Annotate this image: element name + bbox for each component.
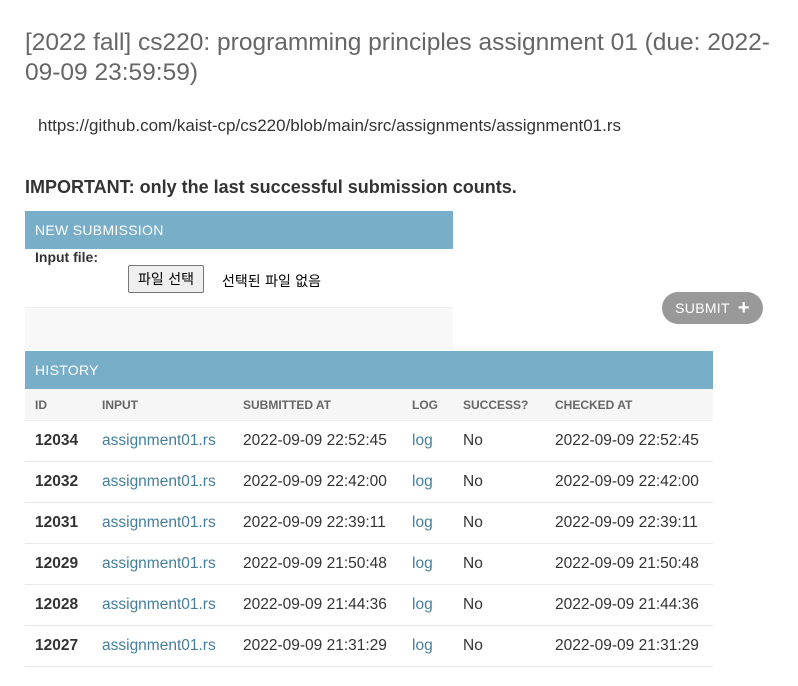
important-notice: IMPORTANT: only the last successful subm… [25, 177, 517, 197]
log-link[interactable]: log [412, 473, 433, 490]
assignment-url: https://github.com/kaist-cp/cs220/blob/m… [38, 116, 621, 135]
row-submitted-at: 2022-09-09 21:44:36 [233, 584, 402, 626]
row-success: No [453, 584, 545, 626]
new-submission-panel: NEW SUBMISSION Input file: 파일 선택 선택된 파일 … [25, 211, 453, 350]
row-input-cell: assignment01.rs [92, 625, 233, 667]
row-id: 12031 [25, 502, 92, 544]
row-checked-at: 2022-09-09 22:39:11 [545, 502, 713, 544]
input-file-link[interactable]: assignment01.rs [102, 473, 216, 490]
row-log-cell: log [402, 502, 453, 544]
row-log-cell: log [402, 420, 453, 462]
row-id: 12029 [25, 543, 92, 585]
row-log-cell: log [402, 543, 453, 585]
submit-button[interactable]: SUBMIT + [662, 292, 763, 324]
column-header-checked-at: CHECKED AT [545, 389, 713, 421]
row-success: No [453, 625, 545, 667]
row-log-cell: log [402, 461, 453, 503]
input-file-link[interactable]: assignment01.rs [102, 596, 216, 613]
row-submitted-at: 2022-09-09 22:39:11 [233, 502, 402, 544]
row-checked-at: 2022-09-09 21:50:48 [545, 543, 713, 585]
history-panel: HISTORY ID INPUT SUBMITTED AT LOG SUCCES… [25, 351, 713, 667]
log-link[interactable]: log [412, 432, 433, 449]
log-link[interactable]: log [412, 514, 433, 531]
row-id: 12032 [25, 461, 92, 503]
row-input-cell: assignment01.rs [92, 420, 233, 462]
row-log-cell: log [402, 584, 453, 626]
row-id: 12034 [25, 420, 92, 462]
row-id: 12028 [25, 584, 92, 626]
history-table: ID INPUT SUBMITTED AT LOG SUCCESS? CHECK… [25, 389, 713, 667]
row-input-cell: assignment01.rs [92, 502, 233, 544]
choose-file-button[interactable]: 파일 선택 [128, 265, 204, 293]
input-file-link[interactable]: assignment01.rs [102, 637, 216, 654]
column-header-input: INPUT [92, 389, 233, 421]
row-success: No [453, 502, 545, 544]
table-row: 12032 assignment01.rs 2022-09-09 22:42:0… [25, 461, 713, 503]
input-file-row: Input file: 파일 선택 선택된 파일 없음 [25, 249, 453, 308]
row-input-cell: assignment01.rs [92, 584, 233, 626]
row-success: No [453, 461, 545, 503]
column-header-log: LOG [402, 389, 453, 421]
column-header-submitted-at: SUBMITTED AT [233, 389, 402, 421]
table-row: 12028 assignment01.rs 2022-09-09 21:44:3… [25, 584, 713, 626]
row-input-cell: assignment01.rs [92, 461, 233, 503]
input-file-label: Input file: [35, 249, 98, 265]
row-log-cell: log [402, 625, 453, 667]
row-checked-at: 2022-09-09 21:31:29 [545, 625, 713, 667]
table-row: 12029 assignment01.rs 2022-09-09 21:50:4… [25, 543, 713, 585]
submit-label: SUBMIT [675, 300, 730, 316]
file-status-text: 선택된 파일 없음 [222, 274, 322, 290]
row-checked-at: 2022-09-09 21:44:36 [545, 584, 713, 626]
row-submitted-at: 2022-09-09 22:42:00 [233, 461, 402, 503]
input-file-link[interactable]: assignment01.rs [102, 432, 216, 449]
row-success: No [453, 420, 545, 462]
row-input-cell: assignment01.rs [92, 543, 233, 585]
row-success: No [453, 543, 545, 585]
row-submitted-at: 2022-09-09 21:50:48 [233, 543, 402, 585]
submit-row [25, 308, 453, 350]
log-link[interactable]: log [412, 596, 433, 613]
column-header-id: ID [25, 389, 92, 421]
input-file-link[interactable]: assignment01.rs [102, 514, 216, 531]
row-id: 12027 [25, 625, 92, 667]
row-checked-at: 2022-09-09 22:52:45 [545, 420, 713, 462]
history-header-row: ID INPUT SUBMITTED AT LOG SUCCESS? CHECK… [25, 389, 713, 421]
table-row: 12034 assignment01.rs 2022-09-09 22:52:4… [25, 420, 713, 462]
log-link[interactable]: log [412, 637, 433, 654]
new-submission-caption: NEW SUBMISSION [25, 211, 453, 249]
row-submitted-at: 2022-09-09 21:31:29 [233, 625, 402, 667]
table-row: 12027 assignment01.rs 2022-09-09 21:31:2… [25, 625, 713, 667]
input-file-link[interactable]: assignment01.rs [102, 555, 216, 572]
column-header-success: SUCCESS? [453, 389, 545, 421]
page-title: [2022 fall] cs220: programming principle… [25, 29, 770, 86]
table-row: 12031 assignment01.rs 2022-09-09 22:39:1… [25, 502, 713, 544]
plus-icon: + [737, 297, 750, 319]
row-submitted-at: 2022-09-09 22:52:45 [233, 420, 402, 462]
row-checked-at: 2022-09-09 22:42:00 [545, 461, 713, 503]
log-link[interactable]: log [412, 555, 433, 572]
history-caption: HISTORY [25, 351, 713, 389]
